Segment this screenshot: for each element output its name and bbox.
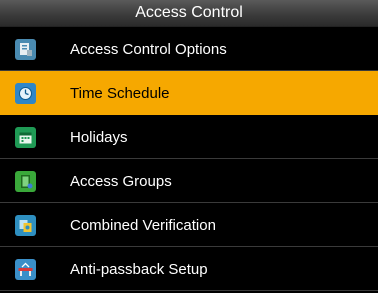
access-control-options-icon bbox=[15, 38, 36, 60]
access-groups-icon bbox=[15, 170, 36, 192]
menu-item-anti-passback-setup[interactable]: Anti-passback Setup bbox=[0, 247, 378, 291]
holidays-icon bbox=[15, 126, 36, 148]
page-title-text: Access Control bbox=[135, 4, 243, 21]
combined-verification-icon bbox=[15, 214, 36, 236]
menu-item-access-groups[interactable]: Access Groups bbox=[0, 159, 378, 203]
menu-item-label: Holidays bbox=[70, 128, 128, 146]
page-title: Access Control bbox=[0, 0, 378, 27]
access-control-screen: Access Control Access Control Options Ti… bbox=[0, 0, 378, 293]
menu-item-label: Access Groups bbox=[70, 172, 172, 190]
menu-item-time-schedule[interactable]: Time Schedule bbox=[0, 71, 378, 115]
time-schedule-icon bbox=[15, 82, 36, 104]
anti-passback-icon bbox=[15, 258, 36, 280]
access-control-menu: Access Control Options Time Schedule Hol… bbox=[0, 27, 378, 291]
menu-item-label: Time Schedule bbox=[70, 84, 170, 102]
menu-item-label: Access Control Options bbox=[70, 40, 227, 58]
menu-item-combined-verification[interactable]: Combined Verification bbox=[0, 203, 378, 247]
menu-item-holidays[interactable]: Holidays bbox=[0, 115, 378, 159]
menu-item-access-control-options[interactable]: Access Control Options bbox=[0, 27, 378, 71]
menu-item-label: Anti-passback Setup bbox=[70, 260, 208, 278]
menu-item-label: Combined Verification bbox=[70, 216, 216, 234]
